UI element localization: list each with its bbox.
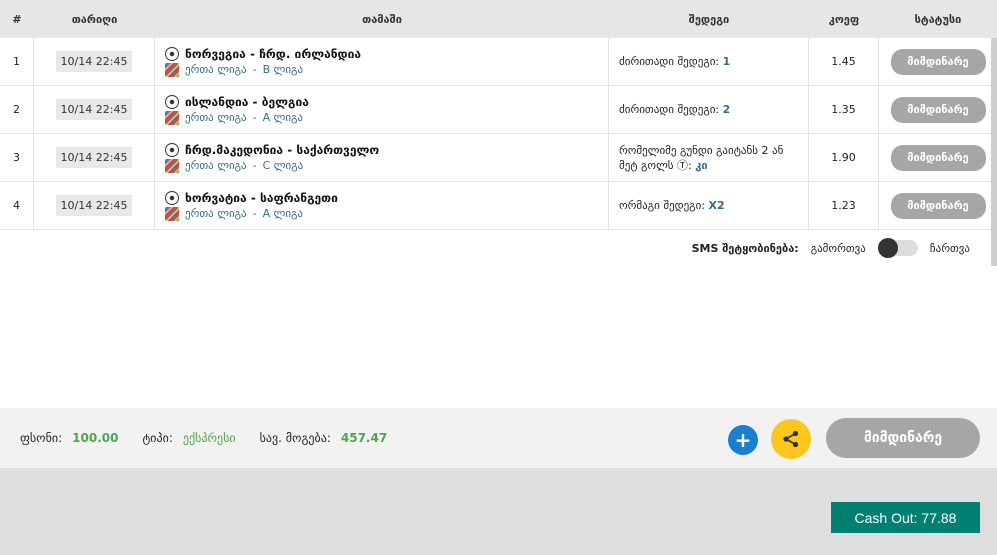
row-game: ხორვატია - საფრანგეთი ერთა ლიგა - A ლიგა bbox=[155, 182, 609, 229]
league-group: C ლიგა bbox=[262, 159, 304, 172]
result-value: X2 bbox=[708, 199, 725, 212]
league-separator: - bbox=[252, 111, 257, 124]
row-result: ორმაგი შედეგი: X2 bbox=[609, 182, 809, 229]
share-button[interactable] bbox=[771, 419, 811, 459]
sms-off-label[interactable]: გამორთვა bbox=[811, 242, 866, 255]
soccer-ball-icon bbox=[165, 46, 179, 61]
row-number: 2 bbox=[0, 86, 34, 133]
header-num: # bbox=[12, 12, 22, 26]
row-status: მიმდინარე bbox=[879, 86, 997, 133]
row-status: მიმდინარე bbox=[879, 38, 997, 85]
league-name: ერთა ლიგა bbox=[185, 111, 247, 124]
row-date: 10/14 22:45 bbox=[34, 134, 155, 181]
row-odd: 1.90 bbox=[809, 134, 879, 181]
match-teams[interactable]: ხორვატია - საფრანგეთი bbox=[185, 191, 338, 205]
header-status: სტატუსი bbox=[914, 12, 962, 26]
result-label: ორმაგი შედეგი: bbox=[619, 199, 705, 212]
bet-type-info: ტიპი: ექსპრესი bbox=[142, 431, 235, 445]
status-badge: მიმდინარე bbox=[890, 144, 986, 171]
league-icon bbox=[165, 158, 179, 173]
result-value: კი bbox=[695, 158, 708, 172]
league-group: B ლიგა bbox=[262, 63, 304, 76]
add-button[interactable]: + bbox=[728, 425, 758, 455]
league-separator: - bbox=[252, 207, 257, 220]
row-game: ისლანდია - ბელგია ერთა ლიგა - A ლიგა bbox=[155, 86, 609, 133]
share-icon bbox=[783, 430, 799, 448]
league-icon bbox=[165, 62, 179, 77]
toggle-knob bbox=[877, 238, 898, 258]
status-badge: მიმდინარე bbox=[890, 96, 986, 123]
type-value: ექსპრესი bbox=[182, 431, 236, 445]
bet-slip-table: # თარიღი თამაში შედეგი კოეფ სტატუსი 1 10… bbox=[0, 0, 997, 230]
win-label: სავ. მოგება: bbox=[259, 431, 331, 445]
table-row: 3 10/14 22:45 ჩრდ.მაკედონია - საქართველო… bbox=[0, 134, 997, 182]
row-game: ჩრდ.მაკედონია - საქართველო ერთა ლიგა - C… bbox=[155, 134, 609, 181]
row-odd: 1.23 bbox=[809, 182, 879, 229]
league-separator: - bbox=[252, 159, 257, 172]
row-result: ძირითადი შედეგი: 2 bbox=[609, 86, 809, 133]
league-group: A ლიგა bbox=[262, 207, 304, 220]
row-date: 10/14 22:45 bbox=[34, 182, 155, 229]
stake-label: ფსონი: bbox=[20, 431, 63, 445]
header-result: შედეგი bbox=[688, 12, 730, 26]
status-badge: მიმდინარე bbox=[890, 48, 986, 75]
row-result: რომელიმე გუნდი გაიტანს 2 ან მეტ გოლს Ⓣ: … bbox=[609, 134, 809, 181]
table-row: 1 10/14 22:45 ნორვეგია - ჩრდ. ირლანდია ე… bbox=[0, 38, 997, 86]
bet-status-button[interactable]: მიმდინარე bbox=[826, 418, 980, 458]
header-game: თამაში bbox=[362, 12, 402, 26]
row-date: 10/14 22:45 bbox=[34, 38, 155, 85]
type-label: ტიპი: bbox=[142, 431, 173, 445]
sms-notification-control: SMS შეტყობინება: გამორთვა ჩართვა bbox=[691, 238, 970, 258]
soccer-ball-icon bbox=[165, 190, 179, 205]
row-number: 3 bbox=[0, 134, 34, 181]
table-row: 4 10/14 22:45 ხორვატია - საფრანგეთი ერთა… bbox=[0, 182, 997, 230]
result-value: 2 bbox=[722, 103, 731, 116]
stake-value: 100.00 bbox=[72, 431, 119, 445]
sms-toggle[interactable] bbox=[877, 238, 918, 258]
match-teams[interactable]: ნორვეგია - ჩრდ. ირლანდია bbox=[185, 47, 361, 61]
row-number: 1 bbox=[0, 38, 34, 85]
win-value: 457.47 bbox=[340, 431, 388, 445]
row-game: ნორვეგია - ჩრდ. ირლანდია ერთა ლიგა - B ლ… bbox=[155, 38, 609, 85]
date-badge: 10/14 22:45 bbox=[55, 51, 133, 72]
league-group: A ლიგა bbox=[262, 111, 304, 124]
row-odd: 1.35 bbox=[809, 86, 879, 133]
league-separator: - bbox=[252, 63, 257, 76]
stake-info: ფსონი: 100.00 bbox=[20, 431, 118, 445]
match-teams[interactable]: ისლანდია - ბელგია bbox=[185, 95, 309, 109]
match-teams[interactable]: ჩრდ.მაკედონია - საქართველო bbox=[185, 143, 379, 157]
bet-summary-bar: ფსონი: 100.00 ტიპი: ექსპრესი სავ. მოგება… bbox=[0, 408, 997, 468]
date-badge: 10/14 22:45 bbox=[55, 99, 133, 120]
row-result: ძირითადი შედეგი: 1 bbox=[609, 38, 809, 85]
row-status: მიმდინარე bbox=[879, 182, 997, 229]
possible-win-info: სავ. მოგება: 457.47 bbox=[260, 431, 388, 445]
sms-label: SMS შეტყობინება: bbox=[691, 241, 799, 255]
result-label: ძირითადი შედეგი: bbox=[619, 103, 720, 116]
table-header: # თარიღი თამაში შედეგი კოეფ სტატუსი bbox=[0, 0, 997, 38]
table-row: 2 10/14 22:45 ისლანდია - ბელგია ერთა ლიგ… bbox=[0, 86, 997, 134]
vertical-scrollbar[interactable] bbox=[991, 38, 997, 266]
row-odd: 1.45 bbox=[809, 38, 879, 85]
league-name: ერთა ლიგა bbox=[185, 63, 247, 76]
row-number: 4 bbox=[0, 182, 34, 229]
result-value: 1 bbox=[722, 55, 731, 68]
date-badge: 10/14 22:45 bbox=[55, 195, 133, 216]
result-label: ძირითადი შედეგი: bbox=[619, 55, 720, 68]
date-badge: 10/14 22:45 bbox=[55, 147, 133, 168]
league-name: ერთა ლიგა bbox=[185, 159, 247, 172]
league-name: ერთა ლიგა bbox=[185, 207, 247, 220]
bottom-panel: Cash Out: 77.88 bbox=[0, 468, 997, 555]
soccer-ball-icon bbox=[165, 142, 179, 157]
header-date: თარიღი bbox=[71, 12, 118, 26]
status-badge: მიმდინარე bbox=[890, 192, 986, 219]
row-status: მიმდინარე bbox=[879, 134, 997, 181]
league-icon bbox=[165, 206, 179, 221]
soccer-ball-icon bbox=[165, 94, 179, 109]
row-date: 10/14 22:45 bbox=[34, 86, 155, 133]
cash-out-button[interactable]: Cash Out: 77.88 bbox=[831, 502, 980, 533]
sms-on-label[interactable]: ჩართვა bbox=[930, 242, 970, 255]
header-odd: კოეფ bbox=[828, 12, 860, 26]
league-icon bbox=[165, 110, 179, 125]
